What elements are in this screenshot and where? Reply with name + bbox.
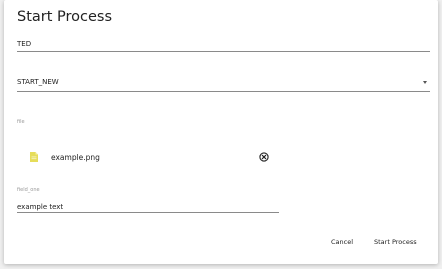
process-select[interactable]: START_NEW	[17, 78, 430, 92]
field-one-value: example text	[17, 203, 64, 211]
name-input-underline	[17, 51, 430, 52]
close-circle-icon[interactable]	[259, 152, 269, 162]
file-caption: file	[17, 119, 25, 125]
file-item: example.png	[30, 149, 275, 165]
file-icon	[30, 152, 38, 162]
cancel-button[interactable]: Cancel	[331, 238, 353, 246]
process-select-value: START_NEW	[17, 78, 59, 86]
chevron-down-icon	[423, 81, 427, 84]
name-input-value: TED	[17, 40, 32, 48]
field-one-underline	[17, 212, 279, 213]
start-process-dialog: Start Process TED START_NEW file example…	[4, 0, 438, 264]
field-one-caption: field_one	[17, 187, 40, 193]
file-name: example.png	[51, 153, 100, 162]
start-process-button[interactable]: Start Process	[374, 238, 417, 246]
field-one-input[interactable]: example text	[17, 203, 279, 214]
process-select-underline	[17, 91, 430, 92]
dialog-title: Start Process	[17, 9, 113, 25]
name-input[interactable]: TED	[17, 40, 430, 52]
